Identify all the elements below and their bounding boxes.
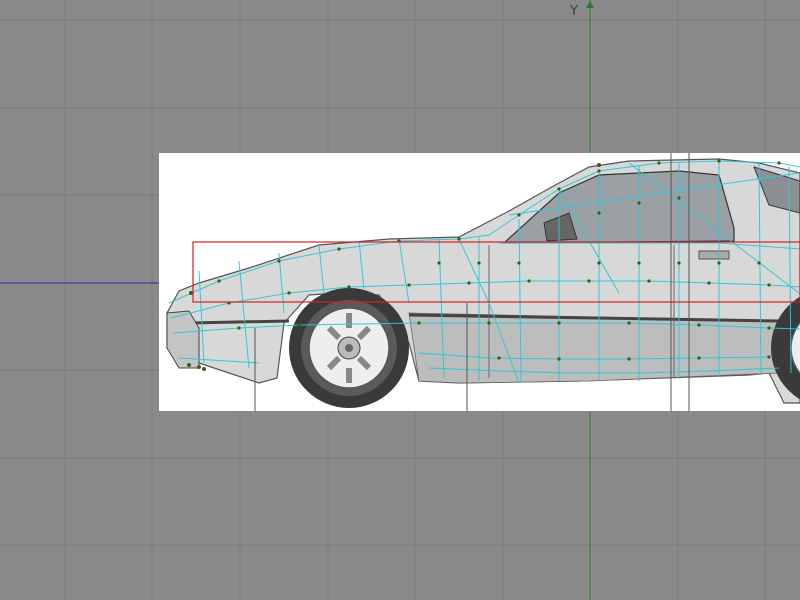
blueprint-image[interactable] — [159, 153, 800, 411]
door-handle — [698, 250, 730, 260]
y-axis-arrow-icon — [586, 1, 594, 8]
y-axis-label: Y — [570, 4, 578, 19]
front-wheel — [289, 288, 409, 408]
modeling-viewport[interactable]: Y — [0, 0, 800, 600]
car-wireframe — [166, 153, 800, 411]
